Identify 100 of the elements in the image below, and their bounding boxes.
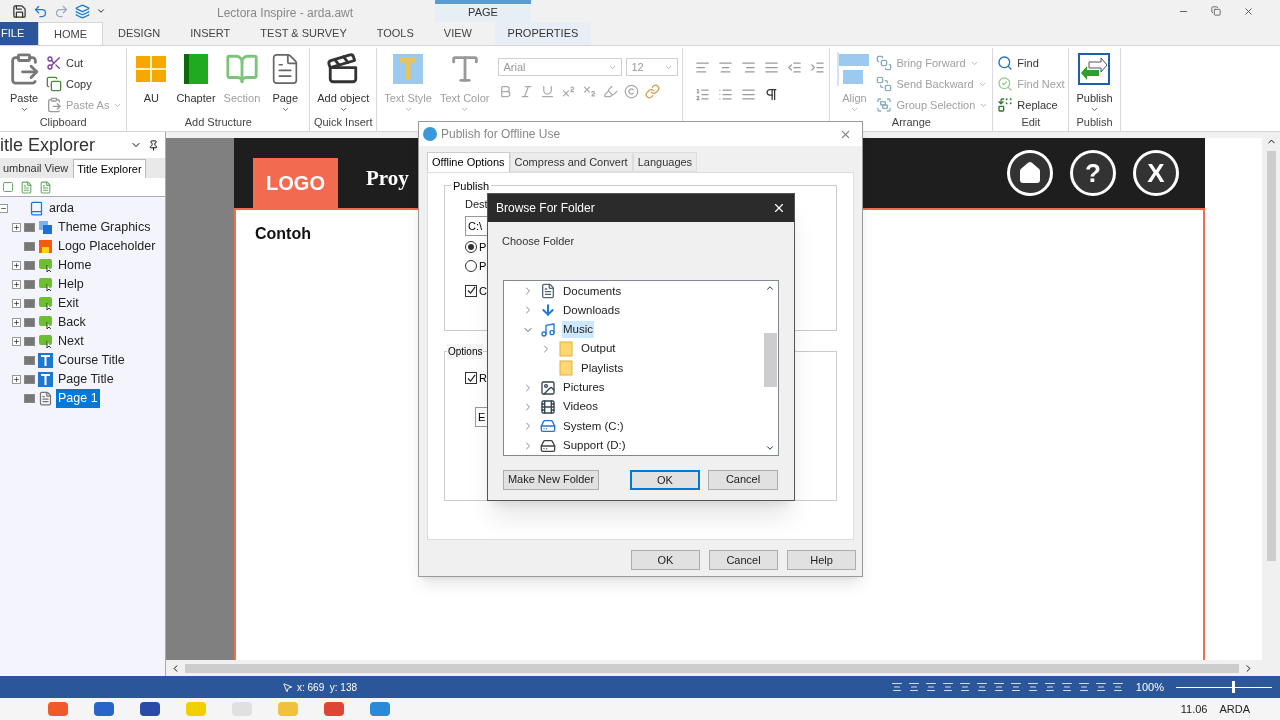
link-icon[interactable] — [645, 84, 661, 99]
ribbon-tab[interactable]: INSERT — [175, 22, 246, 45]
ribbon-tab[interactable]: PROPERTIES — [494, 22, 591, 45]
dialog-button[interactable]: OK — [631, 550, 700, 570]
ribbon-button[interactable]: Replace — [997, 96, 1065, 114]
layout-icon[interactable] — [1026, 681, 1039, 693]
taskbar-app-icon[interactable] — [140, 702, 160, 716]
folder-item[interactable]: Pictures — [562, 379, 606, 397]
numbered-list-icon[interactable] — [695, 87, 711, 102]
layout-icon[interactable] — [941, 681, 954, 693]
dialog-tab[interactable]: Languages — [632, 152, 698, 172]
expand-icon[interactable] — [12, 318, 21, 327]
nav-button[interactable]: ? — [1070, 150, 1116, 196]
tree-item[interactable]: Page 1 — [56, 389, 100, 408]
close-icon[interactable] — [772, 201, 786, 215]
layout-icon[interactable] — [907, 681, 920, 693]
ribbon-tab[interactable]: VIEW — [428, 22, 487, 45]
tree-item[interactable]: Help — [56, 275, 86, 294]
taskbar-app-icon[interactable] — [48, 702, 68, 716]
taskbar-app-icon[interactable] — [324, 702, 344, 716]
ribbon-button[interactable]: Cut — [46, 54, 123, 72]
folder-item[interactable]: Documents — [562, 282, 623, 300]
spacing-icon[interactable] — [741, 87, 757, 102]
tree-item[interactable]: Next — [56, 332, 86, 351]
folder-item[interactable]: Playlists — [580, 359, 625, 377]
italic-icon[interactable] — [519, 84, 535, 99]
ribbon-button[interactable]: Add object — [314, 52, 373, 114]
outdent-icon[interactable] — [787, 60, 803, 75]
ribbon-button[interactable]: AU — [131, 52, 172, 105]
checkbox[interactable] — [465, 284, 477, 297]
dialog-button[interactable]: Make New Folder — [503, 469, 599, 490]
panel-tab[interactable]: umbnail View — [0, 159, 72, 178]
underline-icon[interactable] — [540, 84, 556, 99]
folder-item[interactable]: System (C:) — [562, 417, 625, 435]
ribbon-tab[interactable]: TOOLS — [361, 22, 429, 45]
tree-item[interactable]: Page Title — [56, 370, 116, 389]
save-icon[interactable] — [12, 3, 27, 19]
layout-icon[interactable] — [958, 681, 971, 693]
layout-icon[interactable] — [890, 681, 903, 693]
folder-item[interactable]: Downloads — [562, 301, 621, 320]
ribbon-tab[interactable]: DESIGN — [103, 22, 176, 45]
ribbon-tab[interactable]: HOME — [38, 22, 103, 45]
tree-item[interactable]: Home — [56, 256, 94, 275]
taskbar-app-icon[interactable] — [94, 702, 114, 716]
ribbon-button[interactable]: Publish — [1073, 52, 1116, 114]
layout-icon[interactable] — [1060, 681, 1073, 693]
align-left-icon[interactable] — [695, 60, 711, 75]
dialog-tab[interactable]: Compress and Convert — [509, 152, 633, 172]
indent-icon[interactable] — [810, 60, 826, 75]
tree-item[interactable]: Theme Graphics — [56, 218, 153, 237]
ribbon-tab[interactable]: TEST & SURVEY — [245, 22, 362, 45]
expand-icon[interactable] — [12, 375, 21, 384]
slider-thumb[interactable] — [1231, 681, 1235, 693]
layout-icon[interactable] — [992, 681, 1005, 693]
layout-icon[interactable] — [1111, 681, 1124, 693]
ribbon-button[interactable]: Find — [997, 54, 1065, 72]
panel-tab[interactable]: Title Explorer — [73, 159, 146, 178]
pilcrow-icon[interactable] — [764, 87, 780, 102]
layout-icon[interactable] — [1009, 681, 1022, 693]
dialog-button[interactable]: OK — [630, 469, 700, 490]
zoom-slider[interactable] — [1176, 681, 1272, 693]
pin-icon[interactable] — [148, 139, 159, 151]
expand-icon[interactable] — [12, 299, 21, 308]
align-center-icon[interactable] — [718, 60, 734, 75]
superscript-icon[interactable] — [561, 84, 577, 99]
align-right-icon[interactable] — [741, 60, 757, 75]
folder-item[interactable]: Output — [580, 340, 617, 358]
add-page-icon[interactable] — [39, 180, 52, 194]
expand-icon[interactable] — [12, 223, 21, 232]
caret-icon[interactable] — [96, 6, 106, 16]
tree-item[interactable]: Back — [56, 313, 88, 332]
undo-icon[interactable] — [33, 3, 48, 19]
ribbon-button[interactable]: Paste — [4, 52, 44, 114]
justify-icon[interactable] — [764, 60, 780, 75]
dialog-button[interactable]: Cancel — [709, 550, 778, 570]
dialog-button[interactable]: Cancel — [708, 469, 778, 490]
folder-item[interactable]: Support (D:) — [562, 436, 627, 455]
dialog-button[interactable]: Help — [787, 550, 856, 570]
ribbon-tab[interactable]: FILE — [0, 22, 38, 45]
ribbon-button[interactable]: Copy — [46, 75, 123, 93]
layout-icon[interactable] — [1043, 681, 1056, 693]
redo-icon[interactable] — [54, 3, 69, 19]
tree-item[interactable]: Logo Placeholder — [56, 237, 158, 256]
checkbox[interactable] — [465, 372, 477, 385]
folder-item[interactable]: Videos — [562, 398, 599, 416]
restore-icon[interactable] — [1211, 6, 1221, 16]
ribbon-button[interactable]: Page — [265, 52, 306, 114]
expand-icon[interactable] — [12, 337, 21, 346]
tree-item[interactable]: Exit — [56, 294, 81, 313]
expand-icon[interactable] — [12, 280, 21, 289]
dialog-tab[interactable]: Offline Options — [427, 152, 510, 172]
bullet-list-icon[interactable] — [718, 87, 734, 102]
ribbon-button[interactable]: Chapter — [173, 52, 219, 105]
subscript-icon[interactable] — [582, 84, 598, 99]
layout-icon[interactable] — [1077, 681, 1090, 693]
highlighter-icon[interactable] — [603, 84, 619, 99]
tree-item[interactable]: Course Title — [56, 351, 127, 370]
collapse-icon[interactable] — [0, 204, 8, 213]
layout-icon[interactable] — [924, 681, 937, 693]
expand-icon[interactable] — [12, 261, 21, 270]
